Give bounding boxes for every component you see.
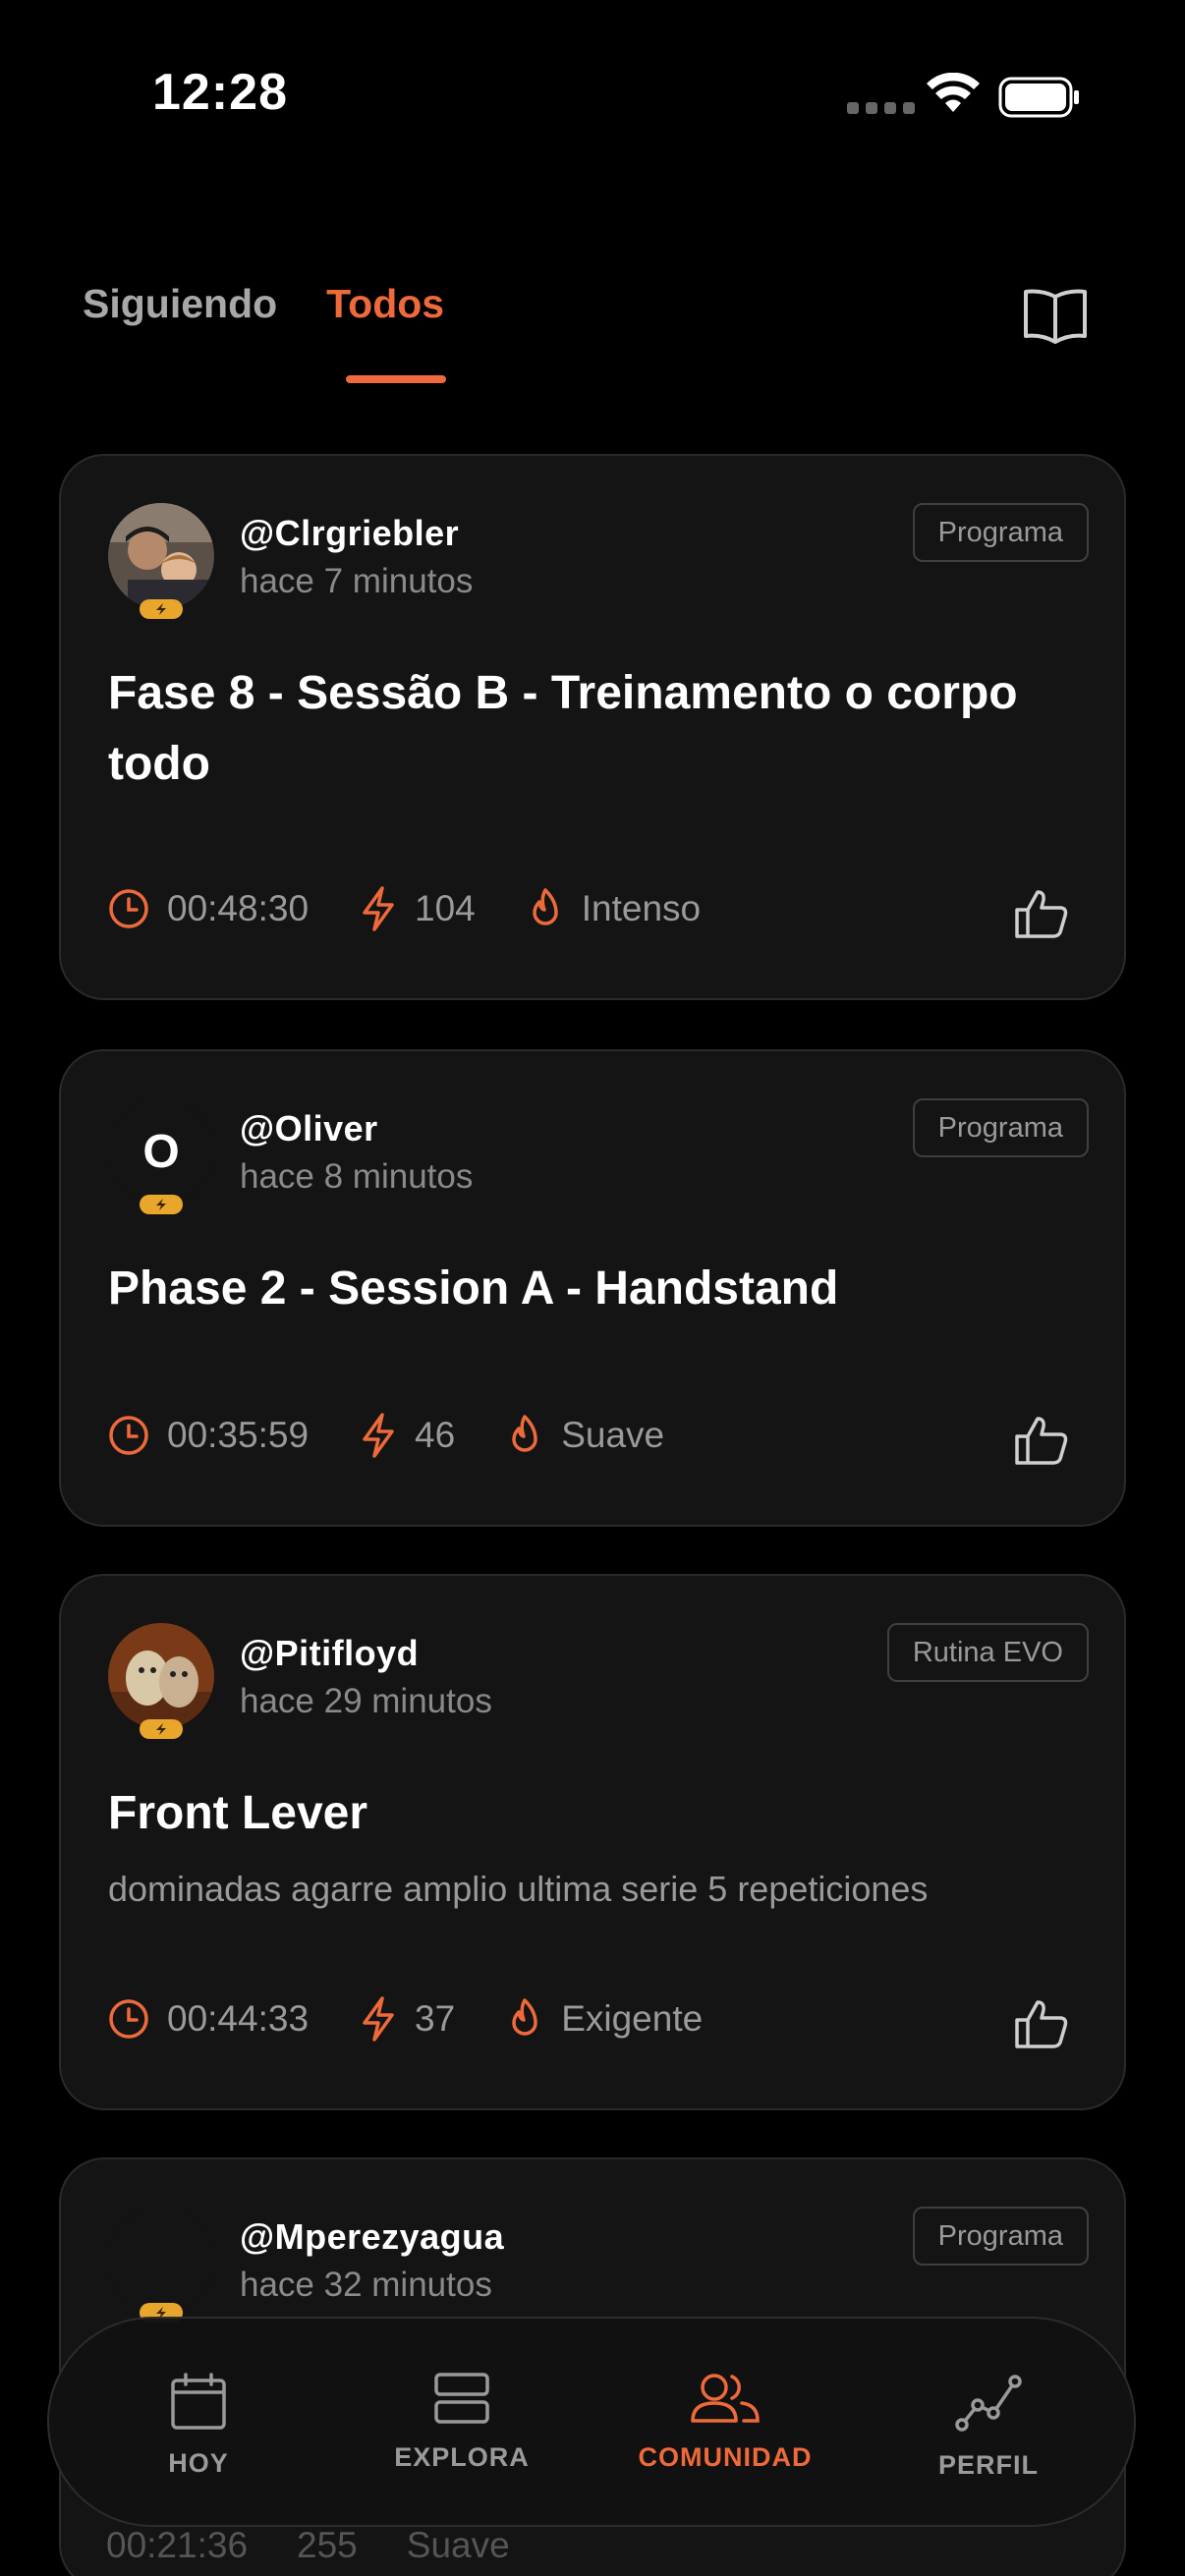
- post-duration: 00:35:59: [167, 1415, 310, 1455]
- post-intensity: Suave: [406, 2525, 510, 2565]
- post-time: hace 32 minutos: [240, 2266, 492, 2304]
- post-title: Phase 2 - Session A - Handstand: [108, 1262, 839, 1315]
- wifi-icon: [927, 73, 980, 112]
- people-icon: [691, 2374, 760, 2423]
- avatar-letter: O: [108, 1098, 214, 1204]
- post-title: Front Lever: [108, 1787, 368, 1839]
- post-card[interactable]: @Clrgriebler hace 7 minutos Programa Fas…: [59, 454, 1126, 1000]
- post-username[interactable]: @Mperezyagua: [240, 2216, 504, 2258]
- bolt-icon: [363, 1996, 394, 2042]
- tab-todos[interactable]: Todos: [326, 281, 444, 327]
- post-stats: 00:44:33 37 Exigente: [108, 1996, 754, 2042]
- avatar[interactable]: [108, 1623, 214, 1739]
- avatar[interactable]: O: [108, 1098, 214, 1214]
- signal-icon: [847, 102, 915, 114]
- chart-line-icon: [955, 2375, 1022, 2432]
- nav-label: COMUNIDAD: [638, 2442, 813, 2472]
- post-username[interactable]: @Clrgriebler: [240, 513, 459, 554]
- post-tag: Programa: [912, 2207, 1089, 2266]
- flame-icon: [512, 1998, 537, 2036]
- bolt-icon: [363, 886, 394, 931]
- post-tag: Programa: [912, 1098, 1089, 1157]
- post-energy: 255: [297, 2525, 358, 2565]
- bolt-badge: [140, 1195, 183, 1214]
- avatar[interactable]: [108, 503, 214, 619]
- post-title: Fase 8 - Sessão B - Treinamento o corpo …: [108, 667, 1018, 790]
- battery-icon: [998, 77, 1079, 118]
- clock-icon: [109, 1416, 148, 1455]
- post-intensity: Exigente: [561, 1998, 704, 2039]
- thumbs-up-icon[interactable]: [1014, 888, 1069, 939]
- nav-hoy[interactable]: HOY: [90, 2319, 307, 2529]
- post-stats: 00:35:59 46 Suave: [108, 1413, 715, 1458]
- thumbs-up-icon[interactable]: [1014, 1415, 1069, 1466]
- post-username[interactable]: @Pitifloyd: [240, 1633, 419, 1674]
- post-stats: 00:48:30 104 Intenso: [108, 886, 752, 931]
- nav-perfil[interactable]: PERFIL: [880, 2319, 1097, 2529]
- post-time: hace 7 minutos: [240, 562, 474, 600]
- post-tag: Programa: [912, 503, 1089, 562]
- clock-icon: [109, 1999, 148, 2039]
- bolt-badge: [140, 1719, 183, 1739]
- tab-siguiendo[interactable]: Siguiendo: [83, 281, 277, 327]
- post-intensity: Suave: [561, 1415, 665, 1455]
- flame-icon: [533, 888, 558, 925]
- post-duration: 00:21:36: [106, 2525, 249, 2565]
- post-duration: 00:48:30: [167, 888, 310, 928]
- book-icon[interactable]: [1022, 287, 1089, 346]
- calendar-icon: [171, 2373, 226, 2430]
- feed-tabs: Siguiendo Todos: [83, 281, 444, 327]
- post-username[interactable]: @Oliver: [240, 1108, 378, 1149]
- clock-icon: [109, 889, 148, 928]
- status-time: 12:28: [152, 64, 288, 121]
- bolt-icon: [363, 1413, 394, 1458]
- nav-label: EXPLORA: [394, 2442, 530, 2472]
- stack-icon: [434, 2373, 489, 2424]
- post-card[interactable]: O @Oliver hace 8 minutos Programa Phase …: [59, 1049, 1126, 1527]
- nav-explora[interactable]: EXPLORA: [354, 2319, 570, 2529]
- nav-comunidad[interactable]: COMUNIDAD: [617, 2319, 833, 2529]
- post-description: dominadas agarre amplio ultima serie 5 r…: [108, 1869, 929, 1909]
- active-tab-indicator: [346, 375, 446, 383]
- post-time: hace 29 minutos: [240, 1682, 492, 1720]
- post-tag: Rutina EVO: [886, 1623, 1089, 1682]
- post-energy: 104: [415, 888, 476, 928]
- post-energy: 46: [415, 1415, 456, 1455]
- post-stats: 00:21:36 255 Suave: [106, 2525, 510, 2566]
- bolt-badge: [140, 599, 183, 619]
- bottom-nav: HOY EXPLORA COMUNIDAD PERFIL: [47, 2317, 1136, 2527]
- nav-label: HOY: [168, 2448, 229, 2478]
- post-duration: 00:44:33: [167, 1998, 310, 2039]
- post-energy: 37: [415, 1998, 456, 2039]
- avatar[interactable]: [108, 2207, 214, 2323]
- thumbs-up-icon[interactable]: [1014, 1998, 1069, 2049]
- flame-icon: [512, 1415, 537, 1452]
- post-time: hace 8 minutos: [240, 1157, 474, 1196]
- nav-label: PERFIL: [937, 2450, 1039, 2480]
- status-bar: 12:28: [0, 0, 1185, 187]
- post-intensity: Intenso: [581, 888, 702, 928]
- post-card[interactable]: @Pitifloyd hace 29 minutos Rutina EVO Fr…: [59, 1574, 1126, 2110]
